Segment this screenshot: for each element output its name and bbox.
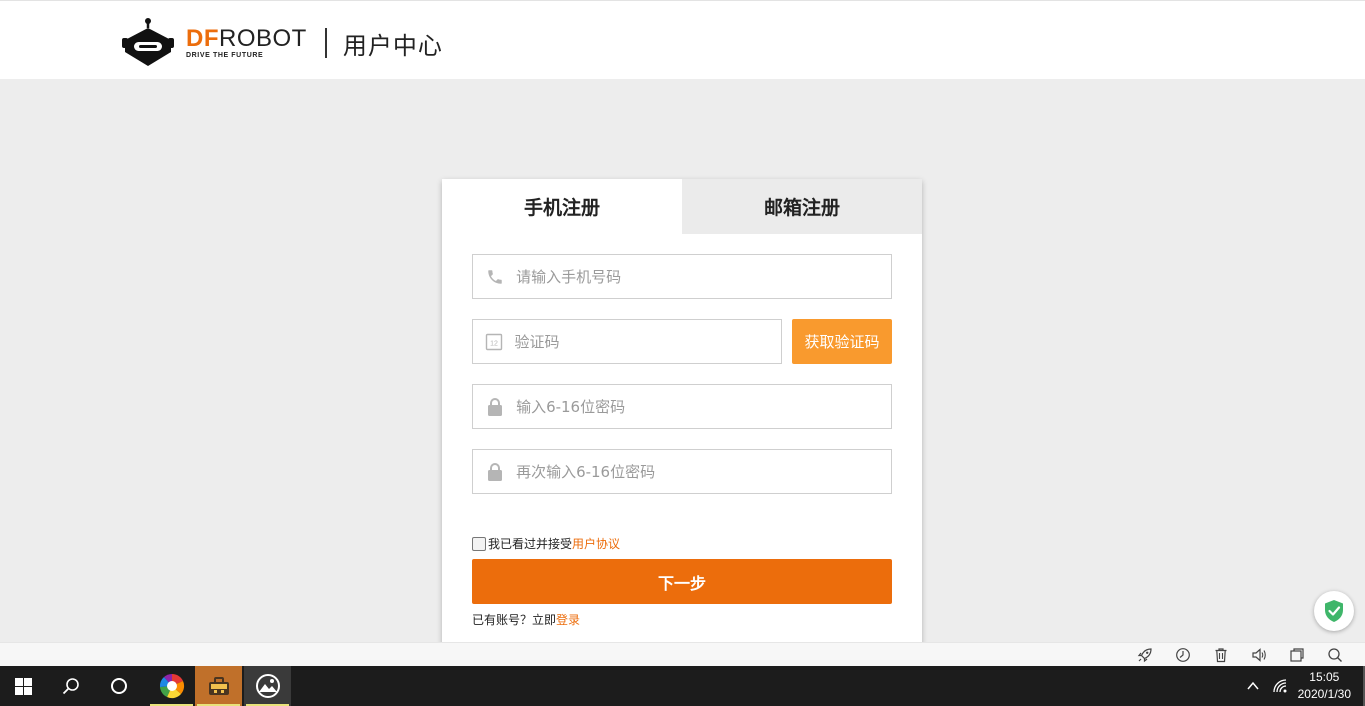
shield-check-icon	[1325, 600, 1343, 622]
agree-text: 我已看过并接受	[488, 537, 573, 551]
taskbar-app-browser[interactable]	[244, 666, 291, 706]
login-link[interactable]: 登录	[556, 613, 580, 627]
login-prompt: 已有账号？立即登录	[472, 611, 580, 628]
start-button[interactable]	[0, 666, 46, 706]
taskbar-app-colorful[interactable]	[148, 666, 195, 706]
browser-toolbar-icons	[1137, 647, 1343, 663]
logo-slogan: DRIVE THE FUTURE	[186, 52, 264, 59]
chevron-up-icon[interactable]	[1246, 679, 1260, 693]
get-code-button[interactable]: 获取验证码	[792, 319, 892, 364]
taskbar-search-button[interactable]	[48, 666, 94, 706]
register-tabs: 手机注册 邮箱注册	[442, 179, 922, 234]
site-header: DFROBOT DRIVE THE FUTURE 用户中心	[0, 0, 1365, 79]
color-wheel-app-icon	[159, 673, 184, 699]
verify-code-input[interactable]	[514, 332, 781, 351]
cortana-button[interactable]	[96, 666, 142, 706]
speaker-icon[interactable]	[1251, 647, 1267, 663]
trash-icon[interactable]	[1213, 647, 1229, 663]
phone-icon	[473, 268, 516, 286]
logo-robot-word: ROBOT	[219, 25, 307, 52]
taskbar-app-toolbox[interactable]	[195, 666, 242, 706]
windows-logo-icon	[14, 677, 32, 695]
lock-icon	[473, 462, 516, 482]
toolbox-app-icon	[208, 677, 229, 695]
network-icon[interactable]	[1272, 678, 1288, 694]
logo-wordmark: DFROBOT	[186, 27, 307, 51]
browser-app-icon	[255, 674, 280, 698]
windows-taskbar: 15:05 2020/1/30	[0, 666, 1365, 706]
header-divider	[324, 28, 327, 58]
cortana-circle-icon	[111, 678, 127, 694]
taskbar-clock[interactable]: 15:05 2020/1/30	[1298, 669, 1351, 703]
clock-icon[interactable]	[1175, 647, 1191, 663]
clock-time: 15:05	[1309, 670, 1340, 684]
page-title: 用户中心	[342, 31, 443, 60]
robot-logo-icon	[122, 18, 174, 66]
rocket-icon[interactable]	[1137, 647, 1153, 663]
system-tray: 15:05 2020/1/30	[1246, 666, 1365, 706]
logo-text: DFROBOT DRIVE THE FUTURE	[186, 27, 307, 60]
search-icon	[62, 678, 79, 695]
dfrobot-logo[interactable]: DFROBOT DRIVE THE FUTURE 用户中心	[122, 18, 443, 68]
password-input[interactable]	[516, 397, 891, 416]
password-confirm-field	[472, 449, 892, 494]
phone-field	[472, 254, 892, 299]
phone-input[interactable]	[516, 267, 891, 286]
agree-checkbox[interactable]	[472, 536, 486, 551]
search-icon[interactable]	[1327, 647, 1343, 663]
password-field	[472, 384, 892, 429]
svg-text:12: 12	[490, 340, 498, 347]
register-card: 手机注册 邮箱注册 12 获取验证码 我已看过并接受 用户协议 下一步 已有账号…	[442, 179, 922, 649]
tab-phone-register[interactable]: 手机注册	[442, 179, 682, 234]
tab-email-register[interactable]: 邮箱注册	[682, 179, 922, 234]
browser-status-bar	[0, 642, 1365, 666]
have-account-text: 已有账号？立即	[472, 613, 557, 627]
clock-date: 2020/1/30	[1297, 687, 1351, 701]
security-shield-button[interactable]	[1314, 591, 1354, 631]
lock-icon	[473, 397, 516, 417]
password-confirm-input[interactable]	[516, 462, 891, 481]
logo-df: DF	[186, 25, 219, 52]
user-agreement-link[interactable]: 用户协议	[572, 535, 620, 552]
agreement-row: 我已看过并接受 用户协议	[472, 535, 620, 552]
next-step-button[interactable]: 下一步	[472, 559, 892, 604]
verify-code-field: 12	[472, 319, 782, 364]
window-icon[interactable]	[1289, 647, 1305, 663]
calendar-code-icon: 12	[473, 333, 515, 351]
